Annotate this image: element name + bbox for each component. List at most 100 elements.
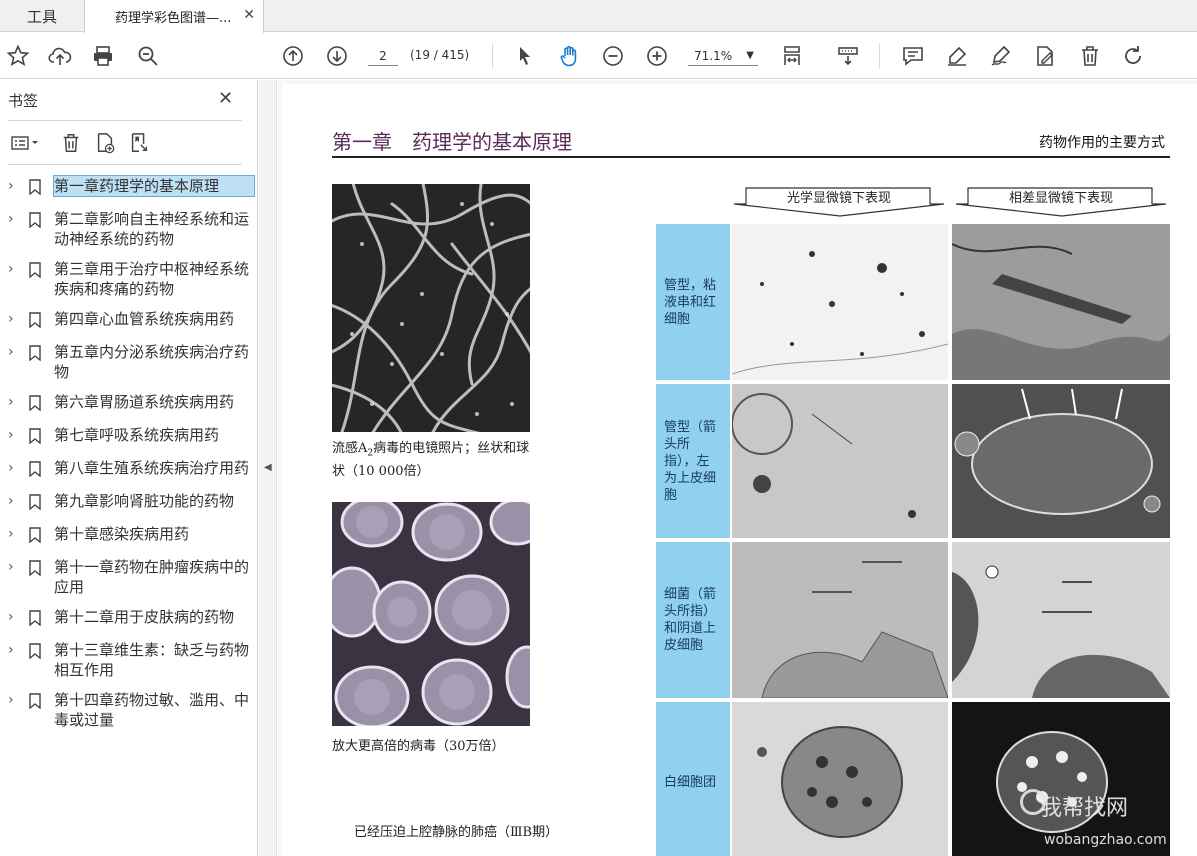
micrograph-phase-1 <box>952 224 1170 380</box>
chevron-right-icon[interactable]: › <box>8 342 22 360</box>
bookmark-icon <box>28 309 48 332</box>
tab-tools[interactable]: 工具 <box>0 0 84 32</box>
bookmark-icon <box>28 458 48 481</box>
bookmarks-panel: 书签 ✕ › 第一章药理学的基本原理 › 第二章影响自主神经系统和运动神经系统的… <box>0 80 258 856</box>
caption-closeup: 放大更高倍的病毒（30万倍） <box>332 739 505 754</box>
bookmark-icon <box>28 557 48 580</box>
bookmark-label: 第六章胃肠道系统疾病用药 <box>54 393 235 411</box>
chevron-right-icon[interactable]: › <box>8 524 22 542</box>
bookmark-item[interactable]: › 第三章用于治疗中枢神经系统疾病和疼痛的药物 <box>0 259 258 299</box>
micrograph-light-3 <box>732 542 948 698</box>
sign-icon[interactable] <box>987 42 1015 70</box>
zoom-search-icon[interactable] <box>134 42 162 70</box>
print-icon[interactable] <box>89 42 117 70</box>
new-bookmark-icon[interactable] <box>92 130 118 156</box>
virus-em-photo-filaments <box>332 184 530 432</box>
rotate-icon[interactable] <box>1119 42 1147 70</box>
bookmark-item[interactable]: › 第六章胃肠道系统疾病用药 <box>0 392 258 415</box>
bookmark-item[interactable]: › 第十一章药物在肿瘤疾病中的应用 <box>0 557 258 597</box>
options-menu-icon[interactable] <box>8 130 44 156</box>
bookmark-label: 第二章影响自主神经系统和运动神经系统的药物 <box>54 210 250 248</box>
chevron-down-icon: ▼ <box>746 50 754 61</box>
micrograph-phase-3 <box>952 542 1170 698</box>
bookmark-item[interactable]: › 第九章影响肾脏功能的药物 <box>0 491 258 514</box>
page-up-icon[interactable] <box>279 42 307 70</box>
chevron-right-icon[interactable]: › <box>8 309 22 327</box>
panel-title: 书签 <box>8 92 39 110</box>
tab-tools-label: 工具 <box>26 7 57 26</box>
chevron-right-icon[interactable]: › <box>8 690 22 708</box>
bookmark-label: 第十四章药物过敏、滥用、中毒或过量 <box>54 691 250 729</box>
caption-filaments-start: 流感A <box>332 441 368 456</box>
col-header-phase: 相差显微镜下表现 <box>1008 191 1113 206</box>
bookmark-item[interactable]: › 第十二章用于皮肤病的药物 <box>0 607 258 630</box>
col-header-light: 光学显微镜下表现 <box>786 191 891 206</box>
row-label-1: 管型，粘液串和红细胞 <box>656 224 730 380</box>
bookmark-item[interactable]: › 第二章影响自主神经系统和运动神经系统的药物 <box>0 209 258 249</box>
document-viewport[interactable]: 第一章 药理学的基本原理 药物作用的主要方式 流感A2病毒的电镜照片；丝状和球状… <box>278 80 1197 856</box>
chevron-right-icon[interactable]: › <box>8 209 22 227</box>
bookmark-item[interactable]: › 第十三章维生素：缺乏与药物相互作用 <box>0 640 258 680</box>
caption-filaments: 流感A2病毒的电镜照片；丝状和球状（10 000倍） <box>332 440 542 481</box>
bookmark-label: 第八章生殖系统疾病治疗用药 <box>54 459 250 477</box>
zoom-in-icon[interactable] <box>643 42 671 70</box>
chevron-right-icon[interactable]: › <box>8 557 22 575</box>
bookmark-icon <box>28 425 48 448</box>
zoom-select[interactable]: 71.1% ▼ <box>688 46 758 66</box>
tab-document[interactable]: 药理学彩色图谱—... ✕ <box>84 0 264 33</box>
chevron-right-icon[interactable]: › <box>8 491 22 509</box>
highlight-icon[interactable] <box>943 42 971 70</box>
chevron-right-icon[interactable]: › <box>8 259 22 277</box>
bookmark-label: 第四章心血管系统疾病用药 <box>54 310 235 328</box>
zoom-value: 71.1% <box>694 49 733 63</box>
pdf-page: 第一章 药理学的基本原理 药物作用的主要方式 流感A2病毒的电镜照片；丝状和球状… <box>282 84 1197 856</box>
bookmark-icon <box>28 342 48 365</box>
chevron-right-icon[interactable]: › <box>8 176 22 194</box>
divider <box>8 164 242 165</box>
bookmark-item[interactable]: › 第十四章药物过敏、滥用、中毒或过量 <box>0 690 258 730</box>
edit-icon[interactable] <box>1031 42 1059 70</box>
bookmark-item[interactable]: › 第八章生殖系统疾病治疗用药 <box>0 458 258 481</box>
bookmark-list: › 第一章药理学的基本原理 › 第二章影响自主神经系统和运动神经系统的药物 › … <box>0 175 258 740</box>
chevron-right-icon[interactable]: › <box>8 425 22 443</box>
bookmark-icon <box>28 209 48 232</box>
micrograph-phase-2 <box>952 384 1170 538</box>
micrograph-light-2 <box>732 384 948 538</box>
chevron-right-icon[interactable]: › <box>8 458 22 476</box>
delete-bookmark-icon[interactable] <box>58 130 84 156</box>
chevron-right-icon[interactable]: › <box>8 607 22 625</box>
close-tab-icon[interactable]: ✕ <box>243 7 255 23</box>
page-down-icon[interactable] <box>323 42 351 70</box>
chevron-right-icon[interactable]: › <box>8 640 22 658</box>
upload-icon[interactable] <box>46 42 74 70</box>
bookmark-item[interactable]: › 第十章感染疾病用药 <box>0 524 258 547</box>
bookmark-item[interactable]: › 第一章药理学的基本原理 <box>0 175 258 199</box>
bookmark-item[interactable]: › 第五章内分泌系统疾病治疗药物 <box>0 342 258 382</box>
fit-page-icon[interactable] <box>778 42 806 70</box>
find-bookmark-icon[interactable] <box>126 130 152 156</box>
section-title: 药物作用的主要方式 <box>1039 135 1165 151</box>
close-panel-icon[interactable]: ✕ <box>218 88 233 109</box>
tab-document-label: 药理学彩色图谱—... <box>115 11 232 26</box>
row-label-4: 白细胞团 <box>656 702 730 856</box>
bookmark-icon <box>28 607 48 630</box>
page-number-input[interactable] <box>368 46 398 66</box>
bookmark-item[interactable]: › 第七章呼吸系统疾病用药 <box>0 425 258 448</box>
select-arrow-icon[interactable] <box>511 42 539 70</box>
bookmark-icon <box>28 524 48 547</box>
chevron-right-icon[interactable]: › <box>8 392 22 410</box>
bookmark-icon <box>28 259 48 282</box>
virus-em-photo-closeup <box>332 502 530 726</box>
scroll-mode-icon[interactable] <box>834 42 862 70</box>
bookmark-item[interactable]: › 第四章心血管系统疾病用药 <box>0 309 258 332</box>
divider <box>8 120 242 121</box>
star-icon[interactable] <box>4 42 32 70</box>
hand-icon[interactable] <box>555 42 583 70</box>
bookmark-label: 第十一章药物在肿瘤疾病中的应用 <box>54 558 250 596</box>
caption-lung-cancer: 已经压迫上腔静脉的肺癌（ⅢB期） <box>354 825 559 840</box>
page-count: (19 / 415) <box>410 48 470 62</box>
delete-icon[interactable] <box>1076 42 1104 70</box>
zoom-out-icon[interactable] <box>599 42 627 70</box>
comment-icon[interactable] <box>899 42 927 70</box>
panel-collapse-handle[interactable]: ◀ <box>259 80 277 856</box>
